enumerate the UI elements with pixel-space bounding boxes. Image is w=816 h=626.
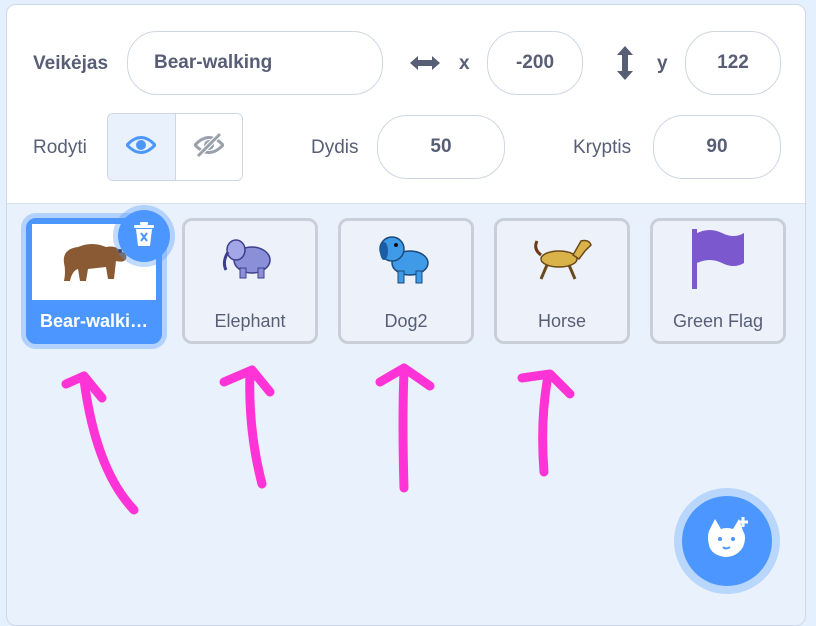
show-sprite-button[interactable] xyxy=(108,114,175,180)
trash-icon xyxy=(132,221,156,252)
hide-sprite-button[interactable] xyxy=(174,114,242,180)
horizontal-arrows-icon xyxy=(407,49,443,77)
sprite-tile-horse[interactable]: Horse xyxy=(494,218,630,344)
y-input[interactable]: 122 xyxy=(685,31,781,95)
sprite-name: Bear-walki… xyxy=(39,310,149,331)
dog-icon xyxy=(374,229,438,292)
direction-label: Kryptis xyxy=(573,137,632,158)
x-label: x xyxy=(459,53,470,74)
size-input[interactable]: 50 xyxy=(377,115,505,179)
eye-slash-icon xyxy=(192,131,225,163)
visibility-toggle xyxy=(107,113,243,181)
sprite-info-panel: Veikėjas Bear-walking x -200 y 122 Rodyt… xyxy=(7,5,805,204)
sprite-name: Horse xyxy=(537,310,586,331)
sprite-tile-green-flag[interactable]: Green Flag xyxy=(650,218,786,344)
sprite-tile-dog2[interactable]: Dog2 xyxy=(338,218,474,344)
sprite-name-input[interactable]: Bear-walking xyxy=(127,31,383,95)
sprite-thumbnail xyxy=(185,221,315,299)
elephant-icon xyxy=(218,234,282,287)
sprite-name: Elephant xyxy=(214,310,286,331)
y-label: y xyxy=(657,53,668,74)
sprite-thumbnail xyxy=(653,221,783,299)
x-input[interactable]: -200 xyxy=(487,31,583,95)
horse-icon xyxy=(529,233,595,288)
add-sprite-button[interactable] xyxy=(682,496,772,586)
delete-sprite-button[interactable] xyxy=(118,210,170,262)
cat-plus-icon xyxy=(703,515,751,568)
eye-icon xyxy=(125,134,158,161)
sprite-label: Veikėjas xyxy=(33,53,109,74)
show-label: Rodyti xyxy=(33,137,87,158)
sprite-thumbnail xyxy=(497,221,627,299)
size-label: Dydis xyxy=(311,137,359,158)
sprite-name: Green Flag xyxy=(672,310,764,331)
sprite-name: Dog2 xyxy=(384,310,428,331)
sprite-tile-elephant[interactable]: Elephant xyxy=(182,218,318,344)
sprite-thumbnail xyxy=(341,221,471,299)
direction-input[interactable]: 90 xyxy=(653,115,781,179)
flag-icon xyxy=(688,225,748,296)
vertical-arrows-icon xyxy=(611,45,639,81)
